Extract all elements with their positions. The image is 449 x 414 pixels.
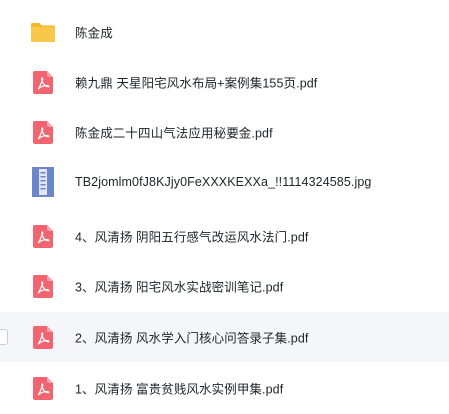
file-name: 赖九鼎 天星阳宅风水布局+案例集155页.pdf	[75, 76, 318, 91]
pdf-icon	[30, 119, 56, 145]
pdf-icon	[30, 324, 56, 350]
file-name: 3、风清扬 阳宅风水实战密训笔记.pdf	[75, 280, 284, 295]
file-name: 陈金成二十四山气法应用秘要金.pdf	[75, 126, 273, 141]
pdf-icon	[30, 273, 56, 299]
folder-icon	[30, 19, 56, 45]
file-row[interactable]: TB2jomlm0fJ8KJjy0FeXXXKEXXa_!!1114324585…	[0, 157, 449, 207]
file-row-hovered[interactable]: 2、风清扬 风水学入门核心问答录子集.pdf	[0, 312, 449, 362]
row-checkbox[interactable]	[0, 329, 8, 345]
file-row[interactable]: 陈金成二十四山气法应用秘要金.pdf	[0, 107, 449, 157]
image-thumbnail-icon	[30, 167, 56, 197]
file-name: 4、风清扬 阴阳五行感气改运风水法门.pdf	[75, 230, 309, 245]
pdf-icon	[30, 69, 56, 95]
file-row[interactable]: 赖九鼎 天星阳宅风水布局+案例集155页.pdf	[0, 57, 449, 107]
pdf-icon	[30, 375, 56, 401]
file-name: 陈金成	[75, 26, 113, 41]
file-row[interactable]: 1、风清扬 富贵贫贱风水实例甲集.pdf	[0, 363, 449, 413]
file-row-folder[interactable]: 陈金成	[0, 7, 449, 57]
file-name: 2、风清扬 风水学入门核心问答录子集.pdf	[75, 331, 309, 346]
file-name: TB2jomlm0fJ8KJjy0FeXXXKEXXa_!!1114324585…	[75, 175, 372, 189]
file-row[interactable]: 4、风清扬 阴阳五行感气改运风水法门.pdf	[0, 211, 449, 261]
file-name: 1、风清扬 富贵贫贱风水实例甲集.pdf	[75, 382, 284, 397]
pdf-icon	[30, 223, 56, 249]
file-row[interactable]: 3、风清扬 阳宅风水实战密训笔记.pdf	[0, 261, 449, 311]
